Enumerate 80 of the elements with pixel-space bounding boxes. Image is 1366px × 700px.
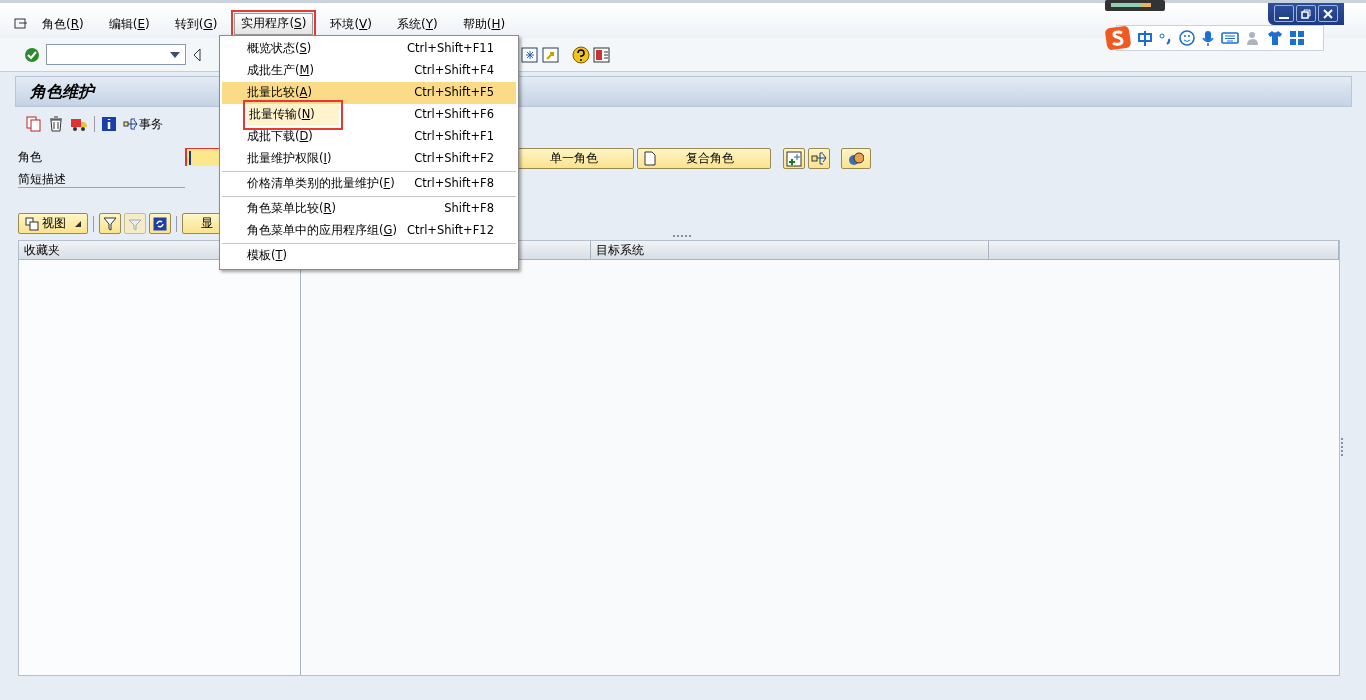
language-icon[interactable] — [1137, 30, 1153, 46]
refresh-icon — [153, 216, 167, 231]
menu-item-label: 概览状态(S) — [247, 40, 312, 58]
column-header: 目标系统 — [591, 241, 989, 260]
menu-item[interactable]: 角色(R) — [34, 13, 92, 35]
transfer-button[interactable] — [808, 148, 830, 169]
trash-icon[interactable] — [48, 116, 64, 132]
view-icon — [25, 216, 39, 231]
window-icon[interactable] — [14, 18, 28, 30]
menu-item[interactable]: 编辑(E) — [100, 13, 158, 35]
transaction-label[interactable]: 事务 — [139, 115, 163, 133]
users-icon — [848, 150, 864, 167]
menu-item-label: 批量维护权限(I) — [247, 150, 332, 168]
menu-item[interactable]: 成批下载(D) Ctrl+Shift+F1 — [222, 126, 516, 148]
shortcut-icon[interactable] — [542, 46, 560, 63]
shortcut-label: Ctrl+Shift+F12 — [406, 222, 494, 240]
users-button[interactable] — [841, 148, 871, 169]
field-label: 简短描述 — [18, 170, 185, 188]
punctuation-icon[interactable] — [1159, 30, 1173, 46]
shortcut-label: Ctrl+Shift+F8 — [414, 175, 494, 193]
close-button[interactable] — [1318, 5, 1338, 22]
shortcut-label: Ctrl+Shift+F1 — [414, 128, 494, 146]
document-icon — [644, 151, 656, 166]
grid-icon[interactable] — [1289, 30, 1305, 46]
field-label: 角色 — [18, 149, 43, 166]
minimize-icon — [1279, 16, 1289, 19]
shortcut-label: Ctrl+Shift+F5 — [414, 84, 494, 102]
menu-item[interactable]: 转到(G) — [166, 13, 226, 35]
menu-item-label: 成批下载(D) — [247, 128, 313, 146]
menu-item[interactable]: 概览状态(S) Ctrl+Shift+F11 — [222, 38, 516, 60]
check-icon[interactable] — [24, 46, 40, 63]
menu-item[interactable]: 实用程序(S) — [234, 13, 314, 35]
level-meter-icon — [1105, 0, 1165, 11]
window-icon[interactable] — [521, 46, 539, 63]
shirt-icon[interactable] — [1267, 30, 1283, 46]
filter-icon — [128, 216, 142, 231]
shortcut-label: Ctrl+Shift+F6 — [414, 106, 494, 124]
command-field[interactable] — [46, 44, 186, 65]
menu-item[interactable]: 价格清单类别的批量维护(F) Ctrl+Shift+F8 — [222, 173, 516, 195]
menu-item-label: 角色菜单中的应用程序组(G) — [247, 222, 397, 240]
back-icon[interactable] — [192, 47, 202, 62]
help-icon[interactable] — [572, 45, 590, 64]
menu-item[interactable]: 帮助(H) — [454, 13, 514, 35]
menu-item-label: 批量比较(A) — [247, 84, 312, 102]
filter-icon — [103, 216, 117, 231]
copy-icon[interactable] — [26, 116, 42, 132]
keyboard-icon[interactable] — [1221, 31, 1239, 45]
info-icon[interactable] — [101, 116, 117, 132]
transaction-icon — [123, 117, 139, 131]
splitter-handle[interactable] — [673, 235, 693, 238]
menu-item-label: 价格清单类别的批量维护(F) — [247, 175, 395, 193]
restore-icon — [1301, 8, 1311, 19]
shortcut-label: Shift+F8 — [444, 200, 494, 218]
view-button[interactable]: 视图 — [18, 213, 88, 234]
filter-button[interactable] — [99, 213, 121, 234]
menu-item[interactable]: 系统(Y) — [388, 13, 446, 35]
caret-icon — [75, 220, 81, 227]
shortcut-label: Ctrl+Shift+F2 — [414, 150, 494, 168]
menu-item[interactable]: 批量传输(N) Ctrl+Shift+F6 — [222, 104, 516, 126]
dropdown-icon[interactable] — [170, 52, 180, 58]
transfer-icon — [811, 150, 827, 167]
ime-logo-icon[interactable] — [1105, 26, 1131, 50]
minimize-button[interactable] — [1274, 5, 1294, 22]
restore-button[interactable] — [1296, 5, 1316, 22]
add-icon — [786, 150, 802, 167]
role-button[interactable]: 复合角色 — [637, 148, 771, 169]
menu-item-label: 角色菜单比较(R) — [247, 200, 336, 218]
refresh-button[interactable] — [149, 213, 171, 234]
menu-item[interactable]: 批量比较(A) Ctrl+Shift+F5 — [222, 82, 516, 104]
transaction-link[interactable]: 事务 — [123, 115, 163, 133]
layout-icon[interactable] — [593, 46, 611, 63]
add-icon-button[interactable] — [783, 148, 805, 169]
close-icon — [1323, 8, 1333, 19]
emoji-icon[interactable] — [1179, 30, 1195, 46]
menu-item[interactable]: 批量维护权限(I) Ctrl+Shift+F2 — [222, 148, 516, 170]
menu-item[interactable]: 环境(V) — [322, 13, 380, 35]
splitter-handle[interactable] — [1341, 438, 1344, 456]
truck-icon[interactable] — [70, 116, 88, 132]
shortcut-label: Ctrl+Shift+F11 — [406, 40, 494, 58]
microphone-icon[interactable] — [1201, 29, 1215, 47]
